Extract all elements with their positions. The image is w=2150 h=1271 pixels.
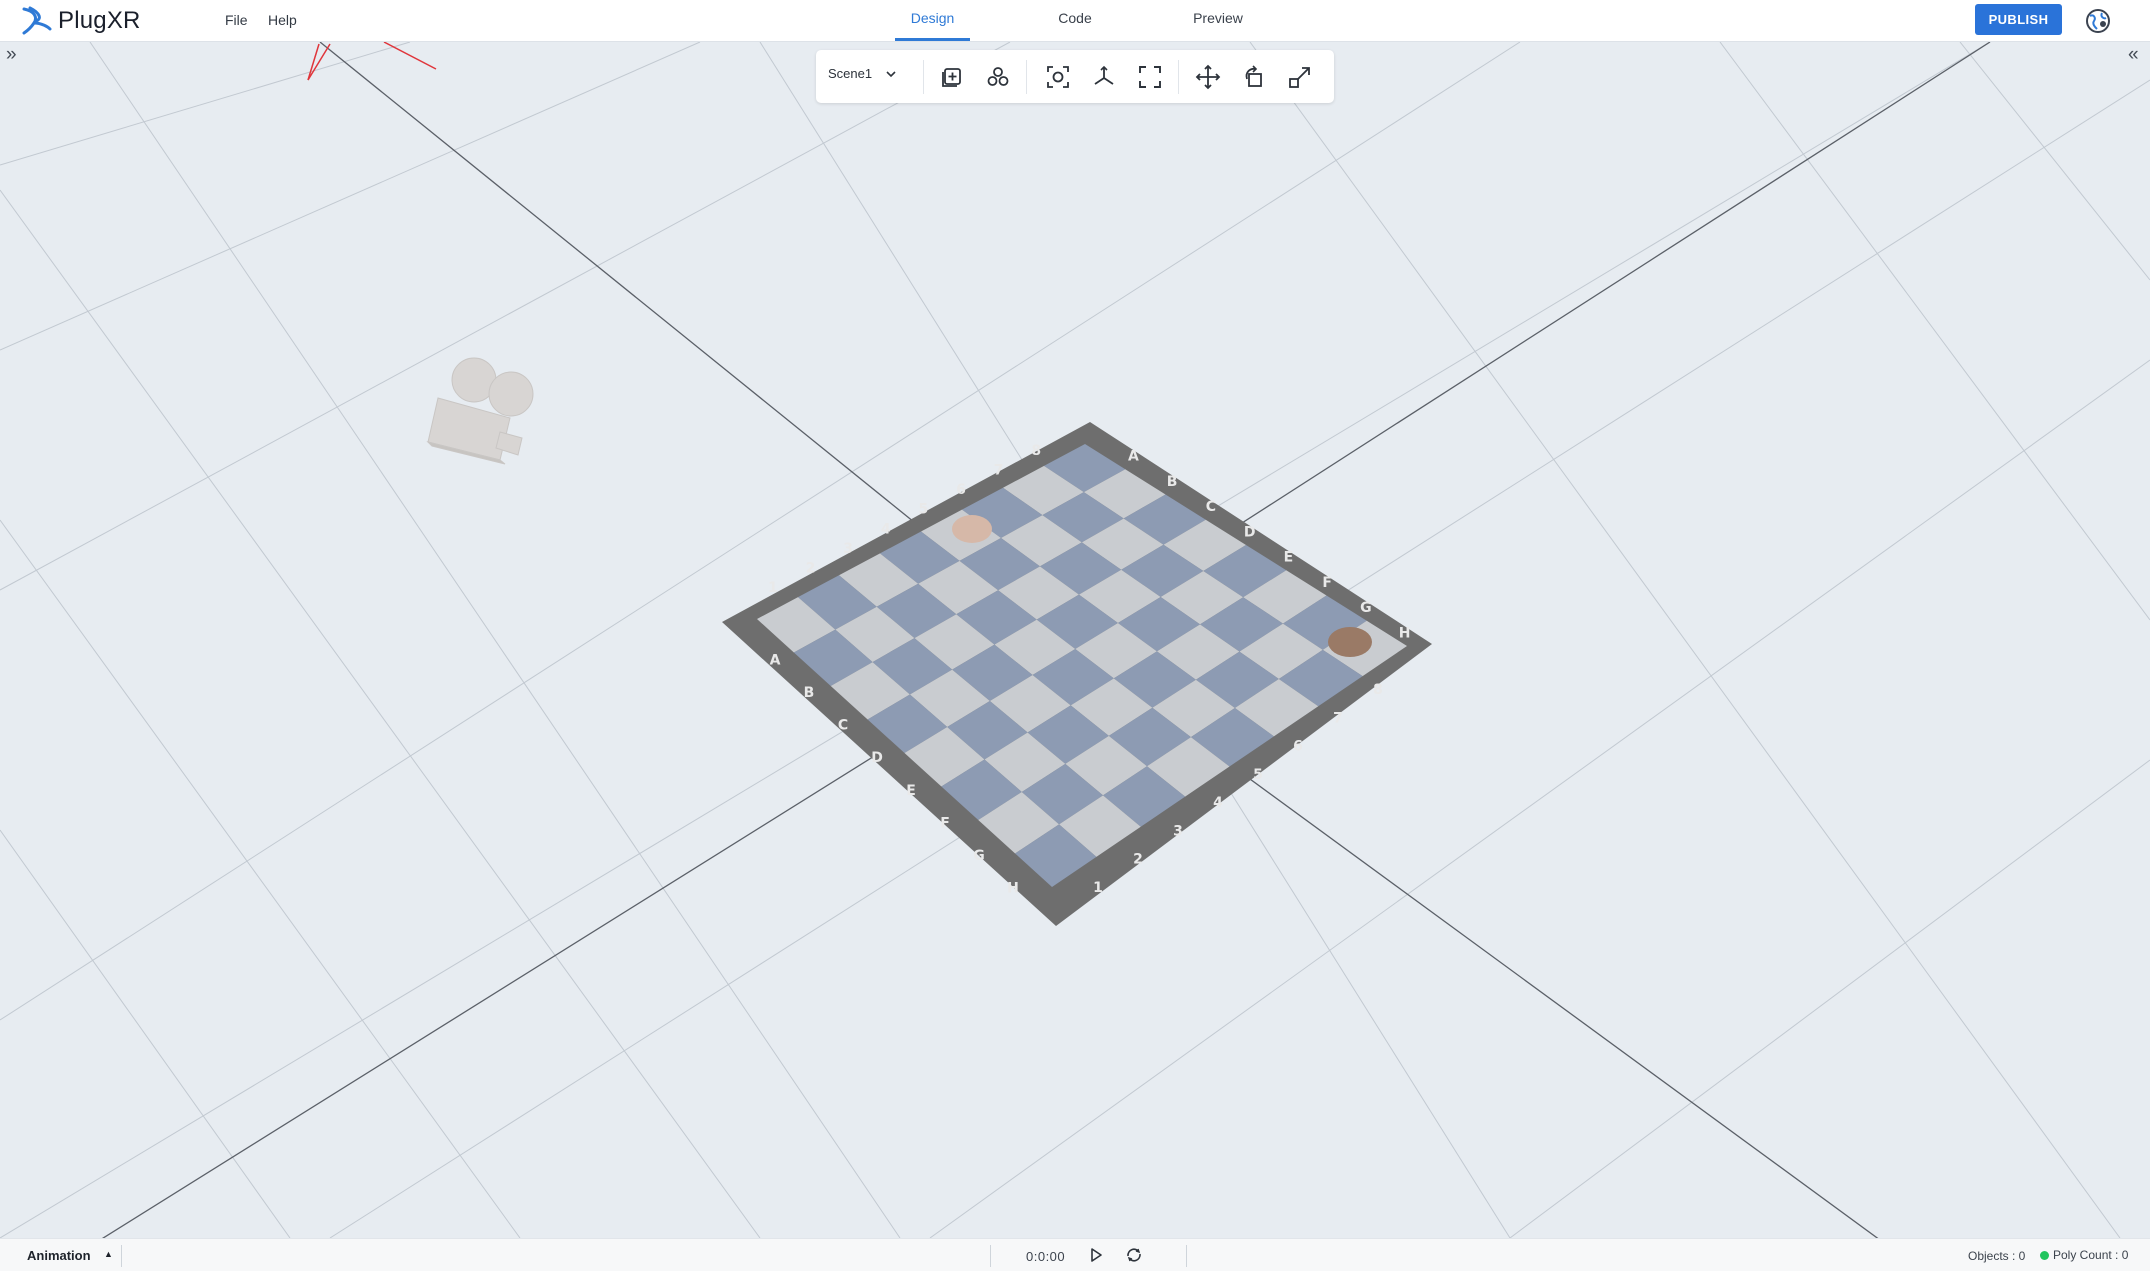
add-object-icon [942, 68, 961, 87]
tab-design[interactable]: Design [895, 10, 970, 26]
status-dot-icon [2040, 1250, 2049, 1260]
animation-bar: Animation ▲ 0:0:00 Objects : 0 Poly Coun… [0, 1238, 2150, 1271]
chessboard-label: A [770, 652, 781, 668]
chessboard-label: F [1322, 575, 1332, 591]
app-logo[interactable]: PlugXR [20, 5, 141, 37]
chessboard-label: 5 [1253, 767, 1263, 783]
top-bar: PlugXR File Help Design Code Preview PUB… [0, 0, 2150, 42]
chessboard-label: 8 [1373, 682, 1383, 698]
rotate-button[interactable] [1240, 63, 1268, 91]
play-icon[interactable] [1088, 1247, 1104, 1263]
active-tab-indicator [895, 38, 970, 41]
rotate-icon [1245, 65, 1262, 87]
chevron-down-icon [886, 70, 896, 77]
bar-divider [990, 1245, 991, 1267]
3d-viewport[interactable]: A A 8 8 B B 7 7 C C 6 6 D D 5 5 E E 4 4 F F 3 3 G G 2 2 H H 1 1 » « Sce… [0, 42, 2150, 1238]
chessboard-label: C [1206, 499, 1216, 515]
axes-button[interactable] [1090, 63, 1118, 91]
fullscreen-icon [1139, 66, 1161, 88]
chessboard-label: C [838, 718, 848, 734]
chessboard-label: F [940, 815, 950, 831]
add-object-button[interactable] [938, 63, 966, 91]
chessboard-label: B [804, 685, 815, 701]
chessboard-label: 7 [994, 462, 1004, 478]
chessboard-label: D [871, 750, 883, 766]
scale-button[interactable] [1286, 63, 1314, 91]
toolbar-divider [923, 60, 924, 94]
move-button[interactable] [1194, 63, 1222, 91]
bar-divider [1186, 1245, 1187, 1267]
chessboard-label: E [1284, 550, 1294, 566]
expand-right-panel-icon[interactable]: « [2128, 44, 2139, 66]
animation-toggle[interactable]: Animation [27, 1248, 91, 1263]
piece-dark[interactable] [1328, 627, 1372, 657]
chessboard-label: 1 [768, 580, 778, 596]
chessboard-label: G [1360, 600, 1372, 616]
poly-count: Poly Count : 0 [2040, 1248, 2128, 1262]
scene-select-value: Scene1 [828, 66, 873, 81]
tab-code[interactable]: Code [1052, 10, 1098, 26]
focus-icon [1047, 66, 1069, 88]
expand-left-panel-icon[interactable]: » [6, 44, 17, 66]
chessboard-label: 8 [1031, 443, 1041, 459]
chessboard-label: H [1399, 625, 1411, 641]
chessboard-label: G [973, 848, 985, 864]
axes-icon [1094, 65, 1114, 85]
chessboard-label: 7 [1333, 710, 1343, 726]
toolbar-divider [1178, 60, 1179, 94]
objects-count: Objects : 0 [1968, 1249, 2026, 1263]
group-icon [987, 67, 1009, 86]
scene-canvas[interactable]: A A 8 8 B B 7 7 C C 6 6 D D 5 5 E E 4 4 F F 3 3 G G 2 2 H H 1 1 [0, 42, 2150, 1238]
chessboard-label: D [1244, 524, 1256, 540]
move-icon [1195, 64, 1221, 90]
focus-button[interactable] [1044, 63, 1072, 91]
chessboard-label: 5 [918, 502, 928, 518]
chessboard-label: B [1167, 474, 1178, 490]
toolbar-divider [1026, 60, 1027, 94]
chessboard-label: 4 [1213, 795, 1223, 811]
scene-select[interactable]: Scene1 [828, 66, 896, 81]
fullscreen-button[interactable] [1136, 63, 1164, 91]
chessboard-label: 2 [1133, 852, 1143, 868]
loop-icon[interactable] [1125, 1247, 1143, 1263]
group-button[interactable] [984, 63, 1012, 91]
caret-up-icon[interactable]: ▲ [104, 1249, 113, 1259]
chessboard-label: 2 [806, 561, 816, 577]
animation-timecode: 0:0:00 [1026, 1249, 1066, 1264]
menu-file[interactable]: File [225, 12, 248, 28]
chessboard-label: E [906, 783, 916, 799]
chessboard-label: 3 [843, 541, 853, 557]
poly-count-label: Poly Count : 0 [2053, 1248, 2129, 1262]
chessboard-label: 3 [1173, 823, 1183, 839]
chessboard-label: A [1128, 449, 1139, 465]
scale-icon [1289, 67, 1310, 88]
chessboard-label: 6 [956, 482, 966, 498]
menu-help[interactable]: Help [268, 12, 297, 28]
globe-icon[interactable] [2084, 7, 2112, 35]
piece-light[interactable] [952, 515, 992, 543]
tab-preview[interactable]: Preview [1187, 10, 1249, 26]
publish-button[interactable]: PUBLISH [1975, 4, 2062, 35]
bar-divider [121, 1245, 122, 1267]
plugxr-logo-icon [22, 6, 52, 35]
scene-toolbar: Scene1 [816, 50, 1334, 103]
chessboard-label: 6 [1293, 739, 1303, 755]
chessboard-label: 1 [1093, 880, 1103, 896]
chessboard-label: 4 [881, 521, 891, 537]
chessboard-label: H [1007, 881, 1019, 897]
app-name: PlugXR [58, 7, 141, 34]
